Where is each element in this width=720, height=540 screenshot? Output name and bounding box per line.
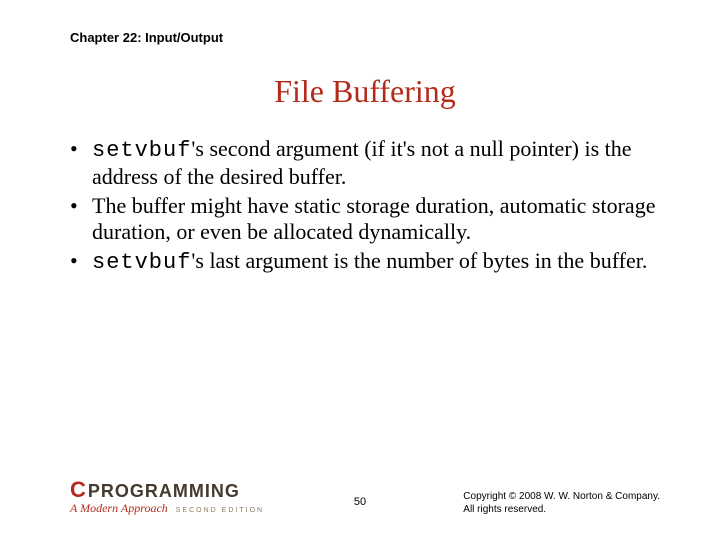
page-number: 50 <box>354 496 366 508</box>
logo-programming-text: PROGRAMMING <box>88 481 240 502</box>
logo-top-line: C PROGRAMMING <box>70 477 264 503</box>
bullet-text: The buffer might have static storage dur… <box>92 193 660 246</box>
copyright-line2: All rights reserved. <box>463 503 660 516</box>
logo-sub-line: A Modern Approach SECOND EDITION <box>70 501 264 516</box>
bullet-plain: The buffer might have static storage dur… <box>92 193 655 244</box>
logo-approach-text: A Modern Approach <box>70 501 168 516</box>
chapter-label: Chapter 22: Input/Output <box>70 30 660 45</box>
slide-title: File Buffering <box>70 73 660 110</box>
code-span: setvbuf <box>92 138 191 163</box>
bullet-marker: • <box>70 193 92 246</box>
copyright-line1: Copyright © 2008 W. W. Norton & Company. <box>463 490 660 503</box>
bullet-rest: 's last argument is the number of bytes … <box>191 248 647 273</box>
bullet-item: • setvbuf's last argument is the number … <box>70 248 660 276</box>
bullet-item: • The buffer might have static storage d… <box>70 193 660 246</box>
copyright-block: Copyright © 2008 W. W. Norton & Company.… <box>463 490 660 516</box>
bullet-item: • setvbuf's second argument (if it's not… <box>70 136 660 191</box>
logo-c-letter: C <box>70 477 86 503</box>
bullet-text: setvbuf's second argument (if it's not a… <box>92 136 660 191</box>
slide: Chapter 22: Input/Output File Buffering … <box>0 0 720 540</box>
logo-edition-text: SECOND EDITION <box>176 507 264 514</box>
book-logo: C PROGRAMMING A Modern Approach SECOND E… <box>70 477 264 516</box>
bullet-text: setvbuf's last argument is the number of… <box>92 248 660 276</box>
bullet-marker: • <box>70 136 92 191</box>
content-body: • setvbuf's second argument (if it's not… <box>70 136 660 276</box>
code-span: setvbuf <box>92 250 191 275</box>
bullet-marker: • <box>70 248 92 276</box>
